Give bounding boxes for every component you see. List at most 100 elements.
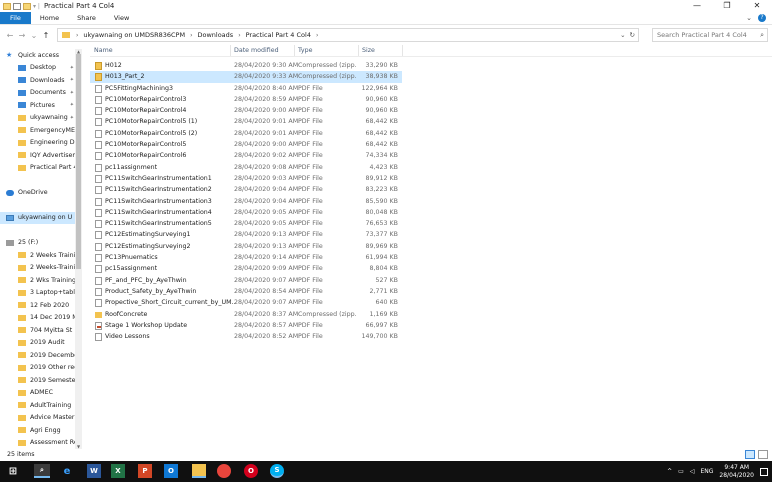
sidebar-item[interactable]: 25 (F:): [0, 237, 82, 250]
maximize-button[interactable]: ❐: [712, 0, 742, 12]
sidebar-item[interactable]: Advice Master: [0, 412, 82, 425]
properties-icon[interactable]: [13, 2, 21, 10]
tab-view[interactable]: View: [105, 12, 138, 24]
back-arrow-icon[interactable]: ←: [4, 31, 16, 40]
new-folder-icon[interactable]: [23, 2, 31, 10]
sidebar-item[interactable]: 2019 Semester 2: [0, 374, 82, 387]
minimize-button[interactable]: —: [682, 0, 712, 12]
word-icon[interactable]: W: [87, 464, 101, 478]
show-hidden-icons-icon[interactable]: ^: [667, 468, 672, 475]
file-explorer-icon[interactable]: [192, 464, 206, 478]
close-button[interactable]: ✕: [742, 0, 772, 12]
sidebar-item[interactable]: Desktop ✦: [0, 62, 82, 75]
file-row[interactable]: PF_and_PFC_by_AyeThwin 28/04/2020 9:07 AM…: [90, 275, 772, 286]
start-icon[interactable]: ⊞: [6, 464, 20, 478]
column-divider[interactable]: [294, 45, 295, 56]
sidebar-item[interactable]: AdultTraining: [0, 399, 82, 412]
file-row[interactable]: RoofConcrete 28/04/2020 8:37 AM Compressed…: [90, 309, 772, 320]
sidebar-item[interactable]: OneDrive: [0, 187, 82, 200]
chevron-right-icon[interactable]: ›: [316, 32, 318, 39]
excel-icon[interactable]: X: [111, 464, 125, 478]
sidebar-item[interactable]: 2019 Audit: [0, 337, 82, 350]
sidebar-item[interactable]: 704 Myitta St: [0, 324, 82, 337]
column-header-size[interactable]: Size: [362, 47, 375, 54]
tab-home[interactable]: Home: [31, 12, 68, 24]
powerpoint-icon[interactable]: P: [138, 464, 152, 478]
clock[interactable]: 9:47 AM 28/04/2020: [719, 464, 754, 480]
help-icon[interactable]: ?: [758, 14, 766, 22]
chevron-down-icon[interactable]: ⌄: [620, 31, 625, 39]
skype-icon[interactable]: S: [270, 464, 284, 478]
navigation-pane-scrollbar[interactable]: ▲ ▼: [75, 49, 82, 449]
file-row[interactable]: Stage 1 Workshop Update 28/04/2020 8:57 A…: [90, 320, 772, 331]
file-row[interactable]: PC10MotorRepairControl5 (1) 28/04/2020 9:…: [90, 116, 772, 127]
search-icon[interactable]: ⌕: [34, 464, 50, 478]
breadcrumb-downloads[interactable]: Downloads: [197, 31, 233, 39]
file-row[interactable]: PC12EstimatingSurveying2 28/04/2020 9:13 …: [90, 241, 772, 252]
chevron-right-icon[interactable]: ›: [238, 32, 240, 39]
file-row[interactable]: H012 28/04/2020 9:30 AM Compressed (zipp..…: [90, 60, 772, 71]
sidebar-item[interactable]: Documents ✦: [0, 87, 82, 100]
file-row[interactable]: PC11SwitchGearInstrumentation2 28/04/2020…: [90, 184, 772, 195]
sidebar-item[interactable]: ukyawnaing on U: [0, 211, 82, 224]
file-row[interactable]: PC11SwitchGearInstrumentation1 28/04/2020…: [90, 173, 772, 184]
sidebar-item[interactable]: Assessment Reso: [0, 437, 82, 450]
file-row[interactable]: PC10MotorRepairControl5 28/04/2020 9:00 A…: [90, 139, 772, 150]
sidebar-item[interactable]: ADMEC: [0, 387, 82, 400]
file-row[interactable]: PC10MotorRepairControl5 (2) 28/04/2020 9:…: [90, 128, 772, 139]
file-row[interactable]: Product_Safety_by_AyeThwin 28/04/2020 8:5…: [90, 286, 772, 297]
column-header-type[interactable]: Type: [298, 47, 312, 54]
sidebar-item[interactable]: 12 Feb 2020: [0, 299, 82, 312]
sidebar-item[interactable]: Practical Part 4 C: [0, 162, 82, 175]
edge-icon[interactable]: e: [60, 464, 74, 478]
column-divider[interactable]: [230, 45, 231, 56]
sidebar-item[interactable]: 2 Weeks-Trainin: [0, 262, 82, 275]
column-divider[interactable]: [358, 45, 359, 56]
file-row[interactable]: PC10MotorRepairControl3 28/04/2020 8:59 A…: [90, 94, 772, 105]
sidebar-item[interactable]: 2 Weeks Training: [0, 249, 82, 262]
tab-share[interactable]: Share: [68, 12, 105, 24]
file-row[interactable]: pc11assignment 28/04/2020 9:08 AM PDF File…: [90, 162, 772, 173]
sidebar-item[interactable]: Downloads ✦: [0, 74, 82, 87]
chevron-right-icon[interactable]: ›: [76, 32, 78, 39]
breadcrumb-current-folder[interactable]: Practical Part 4 Col4: [246, 31, 311, 39]
file-row[interactable]: PC11SwitchGearInstrumentation3 28/04/2020…: [90, 196, 772, 207]
sidebar-item[interactable]: 2019 Other reco: [0, 362, 82, 375]
sidebar-item[interactable]: ukyawnaing ✦: [0, 112, 82, 125]
details-view-icon[interactable]: [745, 450, 755, 459]
sidebar-item[interactable]: 3 Laptop+tablet: [0, 287, 82, 300]
file-row[interactable]: Propective_Short_Circuit_current_by_UM..…: [90, 297, 772, 308]
sidebar-item[interactable]: IQY Advertiseme: [0, 149, 82, 162]
column-divider[interactable]: [402, 45, 403, 56]
address-bar[interactable]: › ukyawnaing on UMDSR836CPM › Downloads …: [57, 28, 639, 42]
large-icons-view-icon[interactable]: [758, 450, 768, 459]
chevron-right-icon[interactable]: ›: [190, 32, 192, 39]
column-header-name[interactable]: Name: [94, 47, 113, 54]
tab-file[interactable]: File: [0, 12, 31, 24]
search-icon[interactable]: ⌕: [760, 31, 767, 40]
file-row[interactable]: H013_Part_2 28/04/2020 9:33 AM Compressed …: [90, 71, 402, 83]
sidebar-item[interactable]: EmergencyMEG: [0, 124, 82, 137]
sidebar-item[interactable]: Pictures ✦: [0, 99, 82, 112]
file-row[interactable]: PC11SwitchGearInstrumentation5 28/04/2020…: [90, 218, 772, 229]
chrome-icon[interactable]: [217, 464, 231, 478]
forward-arrow-icon[interactable]: →: [16, 31, 28, 40]
file-row[interactable]: PC12EstimatingSurveying1 28/04/2020 9:13 …: [90, 229, 772, 240]
network-icon[interactable]: ▭: [678, 468, 684, 475]
notifications-icon[interactable]: [760, 467, 768, 476]
search-box[interactable]: ⌕: [652, 28, 768, 42]
customize-toolbar-icon[interactable]: ▾ |: [33, 3, 40, 10]
file-row[interactable]: PC13Pnuematics 28/04/2020 9:14 AM PDF File…: [90, 252, 772, 263]
file-row[interactable]: PC10MotorRepairControl4 28/04/2020 9:00 A…: [90, 105, 772, 116]
column-header-date[interactable]: Date modified: [234, 47, 279, 54]
sidebar-item[interactable]: Engineering Des: [0, 137, 82, 150]
language-indicator[interactable]: ENG: [700, 468, 713, 475]
outlook-icon[interactable]: O: [164, 464, 178, 478]
sidebar-item[interactable]: Agri Engg: [0, 424, 82, 437]
opera-icon[interactable]: O: [244, 464, 258, 478]
expand-ribbon-icon[interactable]: ⌄: [746, 14, 752, 22]
sidebar-item[interactable]: ★ Quick access: [0, 49, 82, 62]
file-row[interactable]: PC5FittingMachining3 28/04/2020 8:40 AM PD…: [90, 83, 772, 94]
volume-icon[interactable]: ◁: [690, 468, 695, 475]
file-row[interactable]: PC10MotorRepairControl6 28/04/2020 9:02 A…: [90, 150, 772, 161]
